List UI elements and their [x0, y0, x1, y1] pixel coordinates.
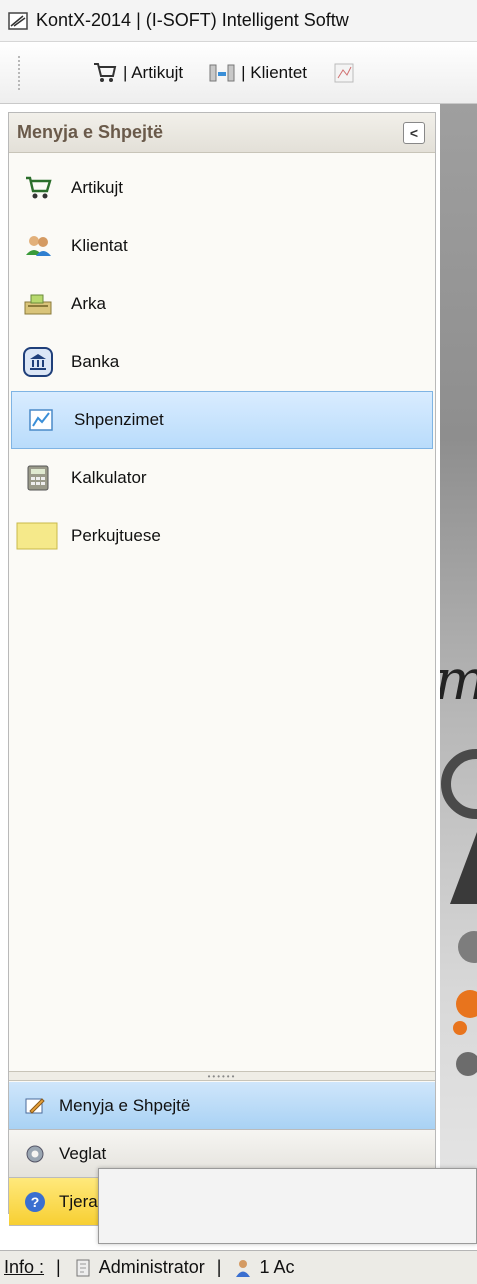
app-logo-icon [8, 11, 28, 30]
sticky-note-icon [15, 521, 59, 551]
status-separator: | [56, 1257, 61, 1277]
background-image: m [440, 104, 477, 1214]
window-title-bar: KontX-2014 | (I-SOFT) Intelligent Softw [0, 0, 477, 42]
sidebar-splitter[interactable]: •••••• [9, 1071, 435, 1081]
toolbar-next-button[interactable] [333, 62, 361, 84]
sidebar-item-artikujt[interactable]: Artikujt [9, 159, 435, 217]
sidebar-item-klientat[interactable]: Klientat [9, 217, 435, 275]
status-count: 1 Ac [259, 1257, 295, 1277]
calculator-icon [23, 463, 53, 493]
svg-text:m: m [440, 648, 477, 713]
sidebar-item-label: Perkujtuese [71, 526, 161, 545]
sidebar-item-perkujtuese[interactable]: Perkujtuese [9, 507, 435, 565]
sidebar-title: Menyja e Shpejtë [17, 122, 164, 142]
report-icon [334, 63, 354, 82]
sidebar-item-label: Banka [71, 352, 120, 371]
sidebar-item-shpenzimet[interactable]: Shpenzimet [11, 391, 433, 449]
user-document-icon [76, 1259, 90, 1276]
sidebar-menu-list: Artikujt Klientat Arka Banka Shpenzimet … [9, 153, 435, 565]
toolbar-grip[interactable] [18, 55, 21, 90]
sidebar-item-label: Kalkulator [71, 468, 147, 487]
sidebar-item-label: Arka [71, 294, 106, 313]
toolbar-artikujt-label: | Artikujt [123, 62, 184, 82]
sidebar-collapse-button[interactable]: < [403, 122, 425, 144]
user-person-icon [236, 1259, 251, 1277]
toolbar-klientet-button[interactable]: | Klientet [209, 62, 307, 84]
window-title: KontX-2014 | (I-SOFT) Intelligent Softw [36, 10, 349, 30]
clients-icon [209, 64, 235, 81]
nav-button-label: Veglat [59, 1143, 107, 1163]
bank-icon [23, 347, 53, 377]
svg-text:?: ? [31, 1194, 40, 1210]
nav-button-menyja[interactable]: Menyja e Shpejtë [9, 1082, 435, 1130]
sidebar-item-label: Shpenzimet [74, 410, 164, 429]
status-separator: | [216, 1257, 222, 1277]
status-user: Administrator [98, 1257, 205, 1277]
status-info-label: Info : [4, 1257, 45, 1277]
nav-button-label: Tjera [59, 1191, 98, 1211]
sidebar-item-kalkulator[interactable]: Kalkulator [9, 449, 435, 507]
people-icon [23, 231, 53, 261]
sidebar-item-label: Klientat [71, 236, 128, 255]
cart-icon [23, 173, 53, 203]
sidebar-header: Menyja e Shpejtë < [9, 113, 435, 153]
sidebar-item-banka[interactable]: Banka [9, 333, 435, 391]
tools-gear-icon [23, 1142, 47, 1166]
expenses-icon [26, 405, 56, 435]
nav-button-label: Menyja e Shpejtë [59, 1095, 191, 1115]
main-toolbar: | Artikujt | Klientet [0, 42, 477, 104]
sidebar-item-label: Artikujt [71, 178, 123, 197]
toolbar-klientet-label: | Klientet [241, 62, 307, 82]
sidebar-item-arka[interactable]: Arka [9, 275, 435, 333]
status-bar: Info : | Administrator | 1 Ac [0, 1250, 477, 1284]
background-graphic: m [440, 648, 477, 1076]
help-icon: ? [23, 1190, 47, 1214]
quick-menu-sidebar: Menyja e Shpejtë < Artikujt Klientat Ark… [8, 112, 436, 1226]
cart-icon [94, 62, 117, 82]
quick-menu-icon [23, 1094, 47, 1118]
cash-register-icon [23, 289, 53, 319]
toolbar-artikujt-button[interactable]: | Artikujt [93, 62, 183, 84]
notification-popup[interactable] [98, 1168, 477, 1244]
